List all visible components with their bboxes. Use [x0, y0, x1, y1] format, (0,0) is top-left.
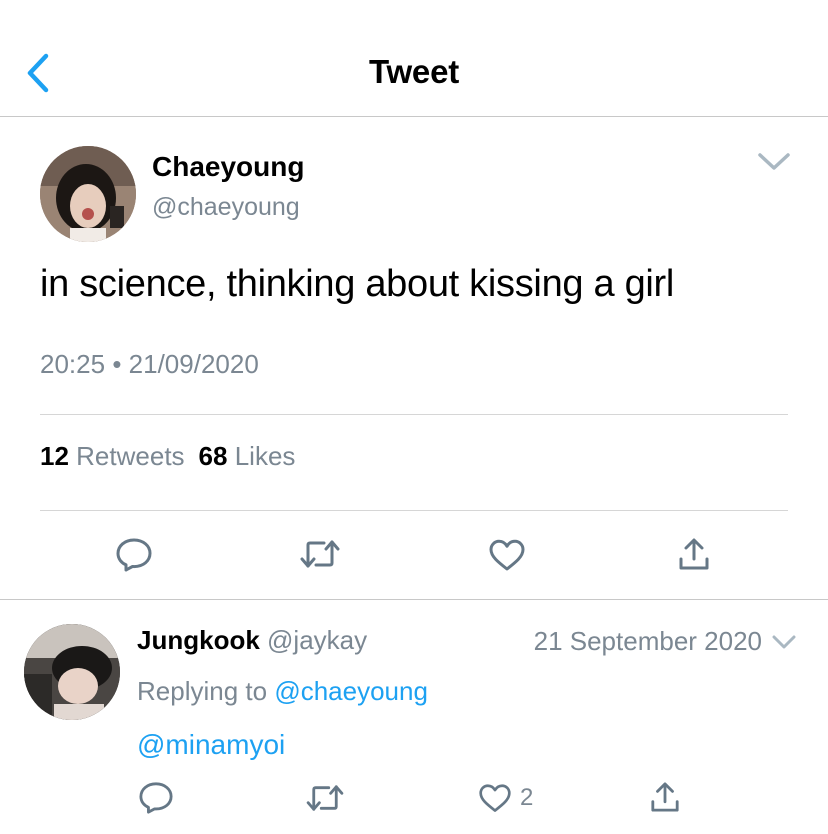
like-icon	[479, 784, 511, 812]
avatar[interactable]	[40, 146, 136, 242]
tweet-time: 20:25	[40, 349, 106, 379]
like-icon	[489, 539, 525, 571]
section-divider	[0, 599, 828, 600]
likes-stat[interactable]: 68 Likes	[199, 441, 296, 471]
chevron-down-icon	[758, 153, 790, 170]
tweet-date: 21/09/2020	[128, 349, 259, 379]
reply-button[interactable]	[115, 537, 153, 573]
divider	[40, 414, 788, 415]
reply-like-button[interactable]: 2	[478, 782, 533, 814]
tweet-detail-screen: Tweet Chaeyoung @chaeyoung in science, t…	[0, 0, 828, 834]
reply-retweet-button[interactable]	[306, 783, 344, 813]
retweet-icon	[300, 540, 340, 568]
reply-like-count: 2	[520, 784, 534, 811]
tweet-text: in science, thinking about kissing a gir…	[40, 263, 675, 305]
reply-icon	[116, 538, 152, 572]
avatar-photo	[24, 624, 120, 720]
nav-header: Tweet	[0, 0, 828, 117]
reply-reply-button[interactable]	[138, 781, 174, 815]
reply-share-button[interactable]	[650, 781, 680, 813]
share-button[interactable]	[678, 537, 710, 571]
replying-to-link[interactable]: @chaeyoung	[274, 676, 428, 706]
avatar-photo	[40, 146, 136, 242]
reply-avatar[interactable]	[24, 624, 120, 720]
reply-header: Jungkook @jaykay	[137, 625, 367, 656]
reply-author-name[interactable]: Jungkook	[137, 625, 260, 655]
tweet-stats: 12 Retweets 68 Likes	[40, 441, 295, 472]
tweet-options-button[interactable]	[756, 150, 792, 174]
reply-text: @minamyoi	[137, 729, 285, 761]
chevron-down-icon	[772, 635, 796, 649]
page-title: Tweet	[368, 53, 460, 90]
likes-label: Likes	[234, 441, 296, 471]
like-button[interactable]	[488, 538, 526, 572]
reply-author-handle[interactable]: @jaykay	[267, 625, 367, 655]
divider	[40, 510, 788, 511]
share-icon	[651, 782, 679, 812]
retweet-icon	[306, 785, 344, 811]
share-icon	[679, 538, 709, 570]
reply-icon	[139, 782, 173, 814]
reply-options-button[interactable]	[771, 633, 797, 651]
reply-date: 21 September 2020	[533, 626, 762, 656]
retweets-count: 12	[40, 441, 69, 471]
retweet-button[interactable]	[300, 538, 340, 570]
retweets-label: Retweets	[76, 441, 185, 471]
replying-to: Replying to @chaeyoung	[137, 676, 428, 707]
meta-separator: •	[112, 349, 122, 379]
retweets-stat[interactable]: 12 Retweets	[40, 441, 185, 471]
author-handle[interactable]: @chaeyoung	[152, 193, 300, 222]
mention-link[interactable]: @minamyoi	[137, 729, 285, 760]
likes-count: 68	[198, 441, 228, 471]
author-name[interactable]: Chaeyoung	[152, 151, 304, 183]
replying-prefix: Replying to	[137, 676, 268, 706]
tweet-timestamp: 20:25 • 21/09/2020	[40, 349, 259, 380]
